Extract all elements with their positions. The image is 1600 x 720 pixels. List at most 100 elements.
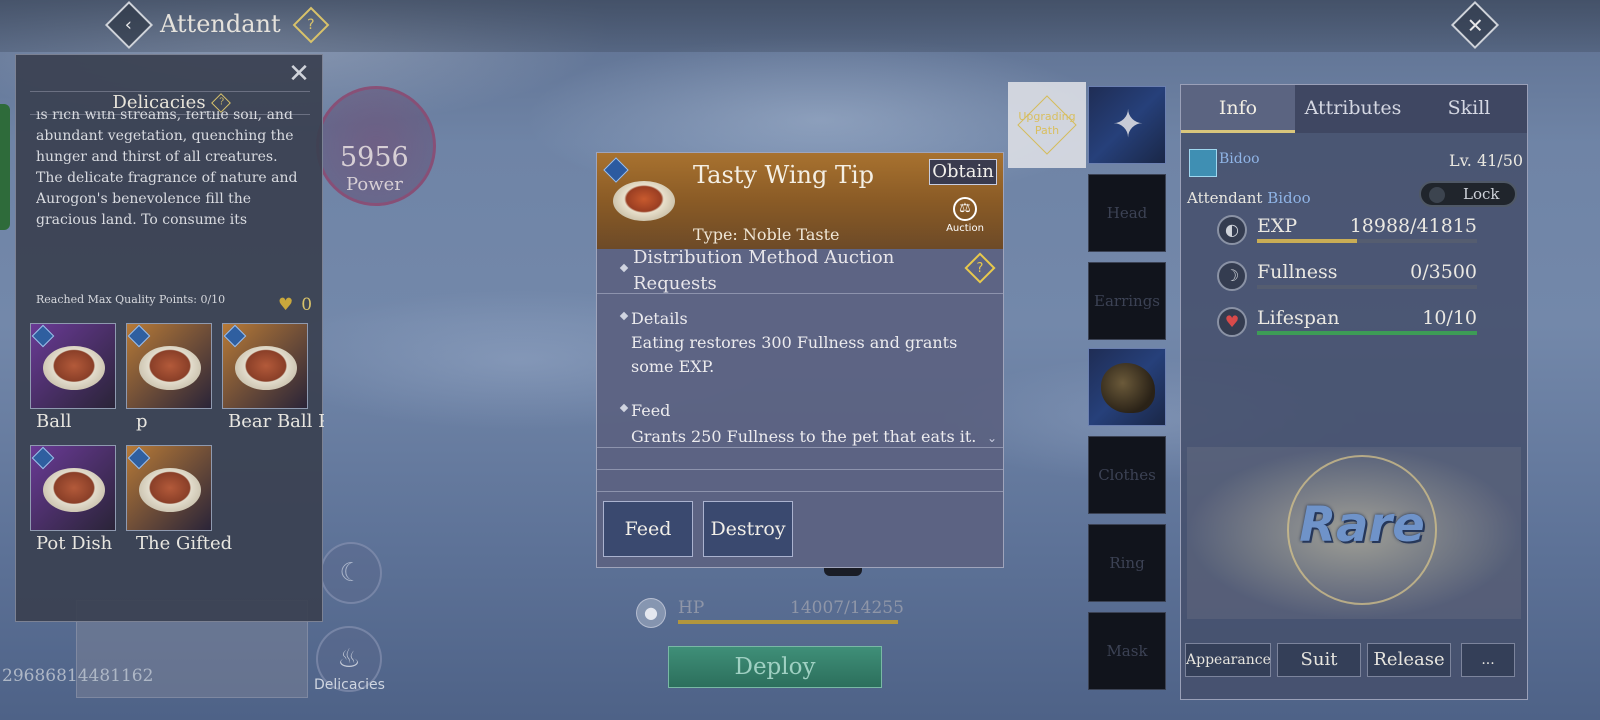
food-icon bbox=[139, 346, 201, 390]
dragon-icon: ☾ bbox=[339, 558, 363, 588]
amulet-slot[interactable] bbox=[1088, 348, 1166, 426]
destroy-button[interactable]: Destroy bbox=[703, 501, 793, 557]
divider bbox=[597, 293, 1003, 294]
hp-label: HP bbox=[678, 598, 705, 618]
item-name: Tasty Wing Tip bbox=[693, 161, 875, 189]
distribution-method: Distribution Method Auction Requests bbox=[633, 247, 895, 294]
item-slot[interactable] bbox=[126, 445, 212, 531]
power-label: Power bbox=[346, 174, 403, 195]
question-icon[interactable]: ? bbox=[210, 93, 231, 113]
more-button[interactable]: ... bbox=[1461, 643, 1515, 677]
stat-value: 18988/41815 bbox=[1349, 215, 1477, 237]
ring-slot[interactable]: Ring bbox=[1088, 524, 1166, 602]
item-detail-popup: Tasty Wing Tip Obtain ⚖ Auction Type: Nob… bbox=[596, 152, 1004, 568]
item-slot[interactable] bbox=[222, 323, 308, 409]
close-panel-icon[interactable]: ✕ bbox=[284, 59, 314, 89]
divider bbox=[597, 491, 1003, 492]
crossed-swords-icon: ✕ bbox=[1466, 12, 1484, 37]
tab-info[interactable]: Info bbox=[1181, 85, 1295, 133]
deploy-button[interactable]: Deploy bbox=[668, 646, 882, 688]
auction-button[interactable]: ⚖ Auction bbox=[943, 197, 987, 234]
lifespan-bar bbox=[1257, 331, 1477, 335]
helmet-icon bbox=[1101, 363, 1155, 413]
pet-name: Bidoo bbox=[1219, 151, 1260, 167]
weapon-slot[interactable]: ✦ bbox=[1088, 86, 1166, 164]
tab-attributes[interactable]: Attributes bbox=[1295, 85, 1411, 133]
heart-icon: ♥ bbox=[278, 295, 294, 315]
hp-value: 14007/14255 bbox=[790, 598, 904, 618]
feed-title: Feed bbox=[631, 401, 671, 420]
head-slot[interactable]: Head bbox=[1088, 174, 1166, 252]
pet-badge-icon bbox=[1189, 149, 1217, 177]
heart-icon: ♥ bbox=[1217, 307, 1247, 337]
item-grid: Ball p Bear Ball Po Pot Dish The Gifted bbox=[30, 323, 330, 563]
toggle-knob bbox=[1429, 187, 1445, 203]
upgrading-path-label: Upgrading Path bbox=[1018, 110, 1076, 137]
stat-value: 10/10 bbox=[1422, 307, 1477, 329]
item-label: Pot Dish bbox=[36, 533, 113, 554]
suit-button[interactable]: Suit bbox=[1277, 643, 1361, 677]
rarity-label: Rare bbox=[1299, 497, 1425, 553]
quality-points: Reached Max Quality Points: 0/10 bbox=[36, 293, 226, 306]
attendant-label: Attendant Bidoo bbox=[1187, 189, 1311, 207]
stat-name: EXP bbox=[1257, 215, 1298, 237]
chevron-left-icon: ‹ bbox=[125, 14, 133, 36]
player-id: 29686814481162 bbox=[2, 666, 154, 686]
shuriken-icon: ✦ bbox=[1112, 102, 1144, 146]
item-slot[interactable] bbox=[126, 323, 212, 409]
lifespan-bar-fill bbox=[1257, 331, 1477, 335]
hp-drop-icon: ● bbox=[636, 598, 666, 628]
upgrading-path-button[interactable]: Upgrading Path bbox=[1008, 82, 1086, 168]
hp-bar bbox=[678, 620, 898, 624]
release-button[interactable]: Release bbox=[1367, 643, 1451, 677]
question-icon: ? bbox=[307, 17, 315, 33]
food-icon bbox=[139, 468, 201, 512]
distribution-help-button[interactable]: ? bbox=[964, 252, 996, 284]
delicacies-description: is rich with streams, fertile soil, and … bbox=[36, 111, 308, 285]
obtain-button[interactable]: Obtain bbox=[929, 159, 997, 185]
delicacies-button-label: Delicacies bbox=[314, 677, 385, 693]
fullness-icon: ☽ bbox=[1217, 261, 1247, 291]
feed-button[interactable]: Feed bbox=[603, 501, 693, 557]
auction-icon: ⚖ bbox=[953, 197, 977, 221]
item-label: Ball bbox=[36, 411, 72, 432]
fullness-bar bbox=[1257, 285, 1477, 289]
item-slot[interactable] bbox=[30, 445, 116, 531]
scroll-down-icon[interactable]: ⌄ bbox=[987, 431, 997, 445]
bullet-icon bbox=[619, 311, 629, 321]
tab-bar: Info Attributes Skill bbox=[1181, 85, 1527, 133]
page-title: Attendant bbox=[160, 10, 281, 38]
info-panel: Info Attributes Skill Bidoo Lv. 41/50 At… bbox=[1180, 84, 1528, 700]
stat-name: Fullness bbox=[1257, 261, 1338, 283]
food-icon bbox=[235, 346, 297, 390]
description-text: is rich with streams, fertile soil, and … bbox=[36, 111, 298, 228]
divider bbox=[597, 469, 1003, 470]
rarity-gem-icon bbox=[127, 324, 151, 348]
attendant-name: Bidoo bbox=[1267, 189, 1311, 207]
lock-toggle[interactable]: Lock bbox=[1419, 181, 1517, 207]
item-slot[interactable] bbox=[30, 323, 116, 409]
divider bbox=[597, 447, 1003, 448]
rarity-gem-icon bbox=[603, 157, 629, 183]
item-label: p bbox=[136, 411, 148, 432]
side-tab[interactable] bbox=[0, 104, 10, 230]
food-icon bbox=[43, 346, 105, 390]
popup-handle bbox=[824, 568, 862, 576]
item-header: Tasty Wing Tip Obtain ⚖ Auction Type: Nob… bbox=[597, 153, 1003, 249]
exp-bar-fill bbox=[1257, 239, 1357, 243]
bullet-icon bbox=[619, 263, 629, 273]
rarity-gem-icon bbox=[31, 324, 55, 348]
rarity-emblem: Rare bbox=[1187, 447, 1521, 619]
heart-counter: ♥ 0 bbox=[278, 295, 312, 315]
item-type: Type: Noble Taste bbox=[693, 225, 840, 244]
earrings-slot[interactable]: Earrings bbox=[1088, 262, 1166, 340]
food-icon bbox=[43, 468, 105, 512]
mask-slot[interactable]: Mask bbox=[1088, 612, 1166, 690]
appearance-button[interactable]: Appearance bbox=[1185, 643, 1271, 677]
feeding-icon: ♨ bbox=[337, 644, 361, 674]
clothes-slot[interactable]: Clothes bbox=[1088, 436, 1166, 514]
bullet-icon bbox=[619, 403, 629, 413]
rarity-gem-icon bbox=[31, 446, 55, 470]
delicacies-panel: ✕ Delicacies? is rich with streams, fert… bbox=[15, 54, 324, 622]
tab-skill[interactable]: Skill bbox=[1411, 85, 1527, 133]
